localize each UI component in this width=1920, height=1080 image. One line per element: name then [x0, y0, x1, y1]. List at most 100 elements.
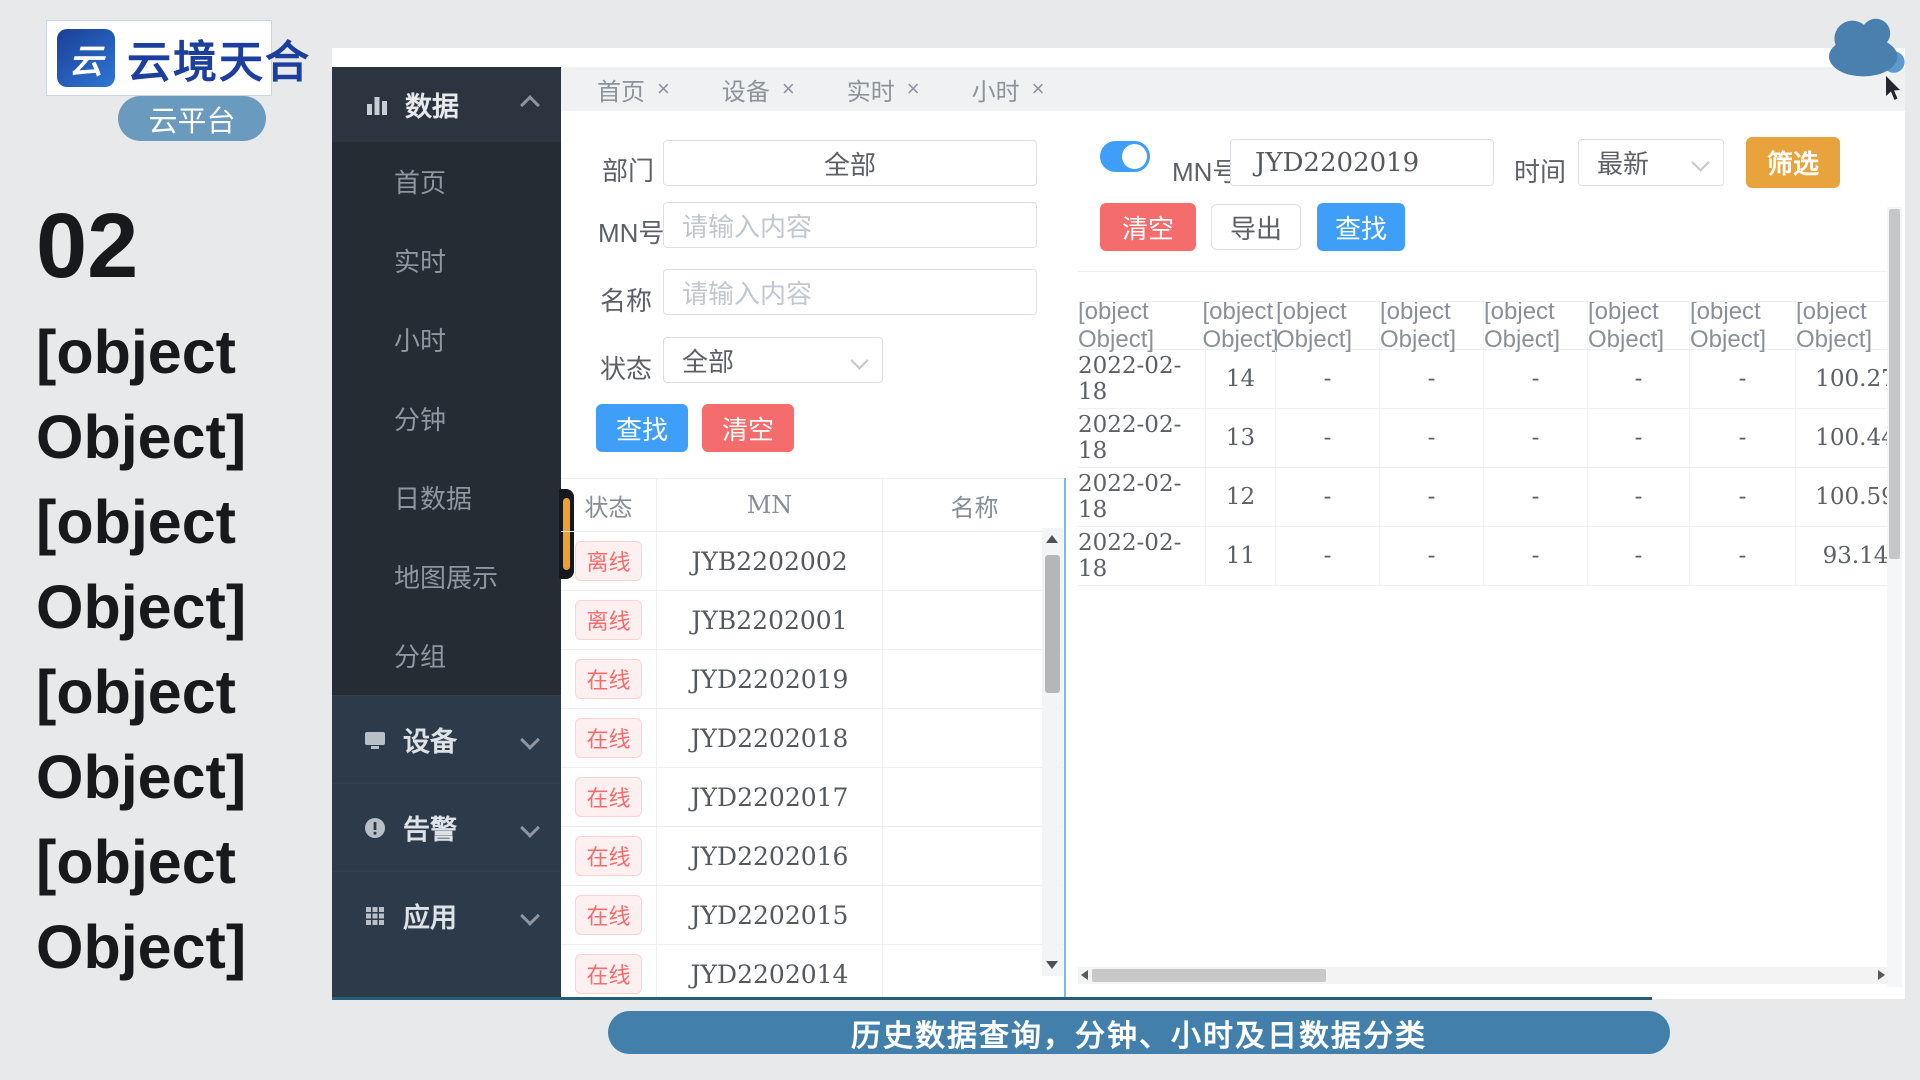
- sidebar-item[interactable]: 分组: [332, 616, 561, 695]
- device-row[interactable]: 离线 JYB2202002: [561, 532, 1066, 591]
- device-row[interactable]: 离线 JYB2202001: [561, 591, 1066, 650]
- search-button[interactable]: 查找: [596, 404, 688, 452]
- tab[interactable]: 设备 ×: [696, 67, 821, 111]
- data-row[interactable]: 2022-02-18 14 - - - - - 100.27: [1078, 350, 1887, 409]
- scrollbar-thumb[interactable]: [1889, 209, 1900, 559]
- device-mn: JYD2202015: [656, 886, 883, 944]
- tab-close-icon[interactable]: ×: [782, 76, 795, 102]
- mn-input[interactable]: 请输入内容: [663, 202, 1037, 248]
- device-row[interactable]: 在线 JYD2202017: [561, 768, 1066, 827]
- data-table-vscrollbar[interactable]: [1887, 207, 1902, 987]
- scroll-down-icon[interactable]: [1046, 961, 1058, 969]
- data-table-body: 2022-02-18 14 - - - - - 100.27 2022-02-1…: [1078, 350, 1887, 586]
- status-badge: 离线: [575, 541, 641, 581]
- cell-humidity: -: [1690, 350, 1796, 408]
- sidebar-item[interactable]: 小时: [332, 300, 561, 379]
- status-badge: 在线: [575, 777, 641, 817]
- device-row[interactable]: 在线 JYD2202014: [561, 945, 1066, 1000]
- status-select[interactable]: 全部: [663, 337, 883, 383]
- brand-logo: 云 云境天合: [46, 20, 272, 96]
- slide-title-line: [object Object]: [36, 820, 306, 990]
- sidebar-item[interactable]: 分钟: [332, 379, 561, 458]
- sidebar-item[interactable]: 地图展示: [332, 537, 561, 616]
- sidebar-item[interactable]: 首页: [332, 142, 561, 221]
- query-search-button[interactable]: 查找: [1317, 203, 1405, 251]
- slide-title-line: [object Object]: [36, 650, 306, 820]
- mn-toggle[interactable]: [1100, 141, 1150, 172]
- time-select[interactable]: 最新: [1578, 139, 1724, 186]
- device-name: [883, 591, 1066, 649]
- sidebar-item[interactable]: 日数据: [332, 458, 561, 537]
- device-table: 状态 MN 名称 离线 JYB2202002 离线 JYB2202001: [561, 478, 1066, 1000]
- cell-humidity: -: [1690, 409, 1796, 467]
- data-table-hscrollbar[interactable]: [1078, 967, 1888, 984]
- slide-title: [object Object][object Object][object Ob…: [36, 310, 306, 990]
- sidebar-section-data[interactable]: 数据: [332, 67, 561, 142]
- scroll-up-icon[interactable]: [1046, 535, 1058, 543]
- device-name: [883, 945, 1066, 1000]
- device-name: [883, 827, 1066, 885]
- scrollbar-thumb[interactable]: [1045, 555, 1060, 693]
- alert-icon: [362, 815, 388, 841]
- status-badge: 离线: [575, 600, 641, 640]
- tab[interactable]: 实时 ×: [821, 67, 946, 111]
- device-table-body: 离线 JYB2202002 离线 JYB2202001 在线 JYD220201…: [561, 532, 1066, 1000]
- tab[interactable]: 首页 ×: [571, 67, 696, 111]
- device-table-scrollbar[interactable]: [1042, 528, 1063, 976]
- cell-tsp: -: [1484, 468, 1588, 526]
- sidebar-filler: [332, 959, 561, 999]
- apps-grid-icon: [362, 903, 388, 929]
- name-label: 名称: [600, 281, 652, 318]
- monitor-icon: [362, 727, 388, 753]
- scroll-right-icon[interactable]: [1878, 970, 1885, 980]
- name-input[interactable]: 请输入内容: [663, 269, 1037, 315]
- scroll-left-icon[interactable]: [1081, 970, 1088, 980]
- data-row[interactable]: 2022-02-18 12 - - - - - 100.59: [1078, 468, 1887, 527]
- time-label: 时间: [1514, 152, 1566, 189]
- sidebar: 数据 首页 实时 小时 分钟: [332, 67, 561, 999]
- chevron-up-icon: [520, 95, 540, 115]
- scrollbar-thumb[interactable]: [1092, 969, 1326, 982]
- cell-pm25: -: [1380, 468, 1484, 526]
- cell-pressure: 100.59: [1796, 468, 1887, 526]
- brand-logo-icon: 云: [57, 29, 115, 87]
- cell-pressure: 100.44: [1796, 409, 1887, 467]
- device-row[interactable]: 在线 JYD2202016: [561, 827, 1066, 886]
- tab[interactable]: 小时 ×: [946, 67, 1071, 111]
- column-header: [object Object]: [1380, 302, 1484, 349]
- device-name: [883, 709, 1066, 767]
- device-mn: JYB2202001: [656, 591, 883, 649]
- sidebar-section-app[interactable]: 应用: [332, 871, 561, 959]
- column-header: [object Object]: [1796, 302, 1887, 349]
- sidebar-section-alarm[interactable]: 告警: [332, 783, 561, 871]
- sidebar-item-label: 分组: [394, 637, 446, 674]
- clear-button[interactable]: 清空: [702, 404, 794, 452]
- sidebar-item[interactable]: 实时: [332, 221, 561, 300]
- device-row[interactable]: 在线 JYD2202018: [561, 709, 1066, 768]
- sidebar-section-label: 数据: [405, 85, 459, 124]
- column-header: [object Object]: [1484, 302, 1588, 349]
- device-mn: JYD2202017: [656, 768, 883, 826]
- cell-humidity: -: [1690, 468, 1796, 526]
- filter-button[interactable]: 筛选: [1746, 137, 1840, 188]
- column-header: [object Object]: [1078, 302, 1206, 349]
- cell-pressure: 100.27: [1796, 350, 1887, 408]
- data-row[interactable]: 2022-02-18 13 - - - - - 100.44: [1078, 409, 1887, 468]
- cell-pm10: -: [1276, 350, 1380, 408]
- tab-close-icon[interactable]: ×: [657, 76, 670, 102]
- tab-close-icon[interactable]: ×: [1032, 76, 1045, 102]
- device-row[interactable]: 在线 JYD2202015: [561, 886, 1066, 945]
- export-button[interactable]: 导出: [1211, 204, 1301, 250]
- query-mn-input[interactable]: JYD2202019: [1230, 139, 1494, 186]
- tab-close-icon[interactable]: ×: [907, 76, 920, 102]
- query-clear-button[interactable]: 清空: [1100, 203, 1196, 251]
- device-row[interactable]: 在线 JYD2202019: [561, 650, 1066, 709]
- column-header-name: 名称: [883, 479, 1066, 531]
- data-row[interactable]: 2022-02-18 11 - - - - - 93.14: [1078, 527, 1887, 586]
- department-field[interactable]: 全部: [663, 140, 1037, 186]
- cell-temp: -: [1588, 527, 1690, 585]
- cell-temp: -: [1588, 409, 1690, 467]
- device-name: [883, 532, 1066, 590]
- device-mn: JYD2202019: [656, 650, 883, 708]
- sidebar-section-device[interactable]: 设备: [332, 695, 561, 783]
